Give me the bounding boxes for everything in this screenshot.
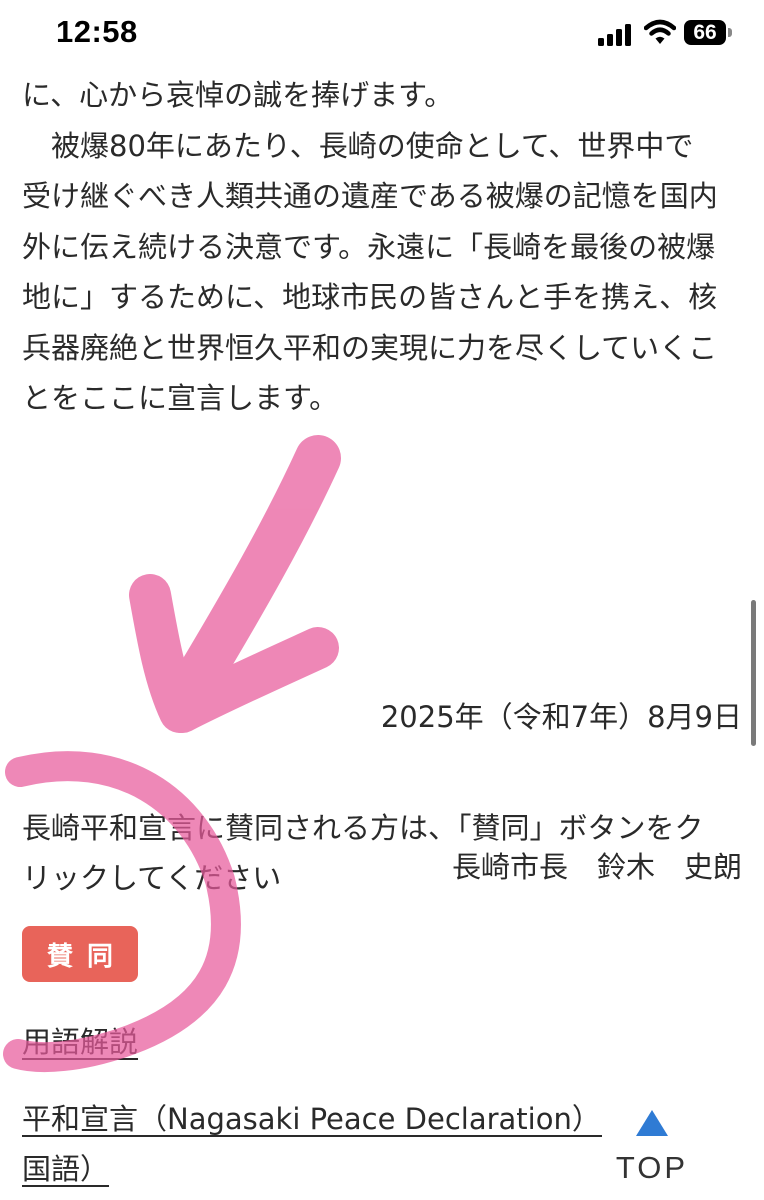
support-text-line: リックしてください [22,861,282,895]
arrow-annotation [129,435,341,733]
support-button[interactable]: 賛同 [22,926,138,982]
up-triangle-icon [636,1110,668,1136]
declaration-text: に、心から哀悼の誠を捧げます。 被爆80年にあたり、長崎の使命として、世界中で … [22,70,752,424]
back-to-top-label: TOP [615,1150,689,1185]
declaration-line: 兵器廃絶と世界恒久平和の実現に力を尽くしていくこ [22,330,718,365]
signal-icon [598,22,634,46]
declaration-date: 2025年（令和7年）8月9日 [380,700,742,734]
battery-icon: 66 [684,20,734,47]
status-bar: 12:58 66 [0,0,764,70]
battery-cap [728,28,732,37]
support-text-line: 長崎平和宣言に賛同される方は、「賛同」ボタンをク [22,811,704,845]
declaration-line: 外に伝え続ける決意です。永遠に「長崎を最後の被爆 [22,229,716,264]
glossary-link[interactable]: 用語解説 [22,1018,138,1066]
declaration-line: 被爆80年にあたり、長崎の使命として、世界中で [22,128,694,163]
battery-level: 66 [684,20,726,45]
back-to-top-button[interactable]: TOP [602,1104,702,1196]
declaration-line: 地に」するために、地球市民の皆さんと手を携え、核 [22,280,718,314]
declaration-line: とをここに宣言します。 [22,381,339,415]
scrollbar[interactable] [751,600,756,746]
support-instructions: 長崎平和宣言に賛同される方は、「賛同」ボタンをク リックしてください [22,803,704,903]
declaration-line: に、心から哀悼の誠を捧げます。 [22,78,454,112]
status-time: 12:58 [56,14,138,49]
declaration-line: 受け継ぐべき人類共通の遺産である被爆の記憶を国内 [22,179,718,213]
wifi-icon [644,19,676,44]
